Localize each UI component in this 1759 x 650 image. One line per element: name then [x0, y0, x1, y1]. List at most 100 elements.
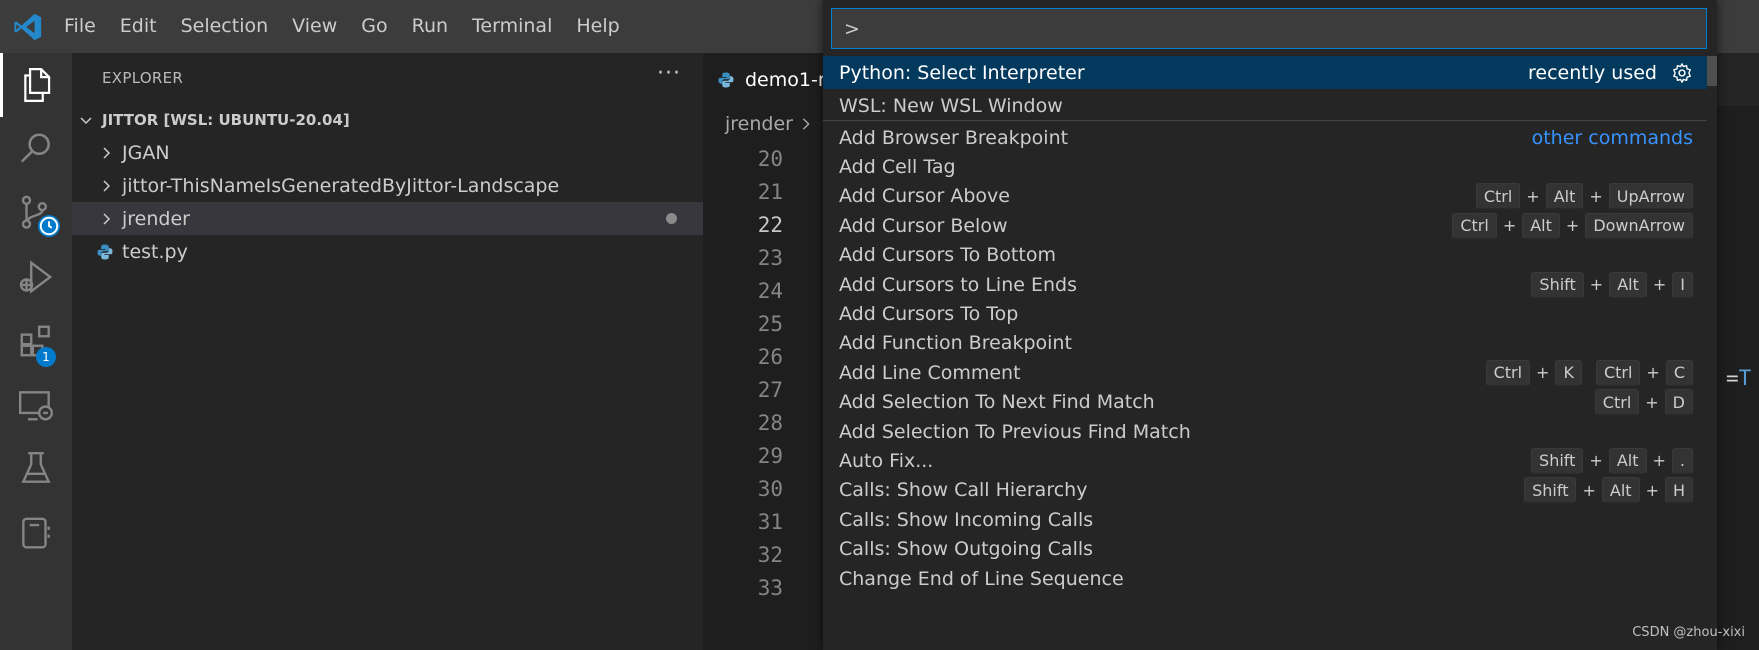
key-cap: Shift: [1531, 271, 1584, 298]
command-item[interactable]: Add Line Comment Ctrl + K Ctrl + C: [823, 356, 1707, 389]
key-plus: +: [1582, 480, 1596, 500]
explorer-title: EXPLORER: [102, 69, 184, 87]
scrollbar[interactable]: [1707, 56, 1717, 86]
command-item[interactable]: Add Cursor Below Ctrl + Alt + DownArrow: [823, 209, 1707, 242]
menu-item-help[interactable]: Help: [564, 0, 631, 53]
command-palette: Python: Select Interpreter recently used W…: [823, 0, 1717, 650]
code-fragment: =T: [1726, 366, 1752, 390]
command-label: Calls: Show Incoming Calls: [839, 508, 1094, 531]
command-label: Add Function Breakpoint: [839, 332, 1072, 355]
key-plus: +: [1565, 216, 1580, 236]
command-label: Add Cursors To Bottom: [839, 244, 1056, 267]
key-cap: Ctrl: [1485, 359, 1531, 386]
key-cap: D: [1664, 389, 1693, 416]
chevron-down-icon: [80, 116, 92, 124]
key-cap: K: [1555, 359, 1582, 386]
key-plus: +: [1589, 275, 1604, 294]
gear-icon[interactable]: [1671, 62, 1693, 84]
key-plus: +: [1645, 480, 1659, 500]
menu-item-view[interactable]: View: [280, 0, 349, 53]
line-number: 26: [757, 345, 783, 369]
key-plus: +: [1589, 451, 1603, 471]
tree-item-label: jittor-ThisNameIsGeneratedByJittor-Lands…: [122, 174, 560, 197]
keybinding: Shift + Alt + I: [1531, 268, 1693, 301]
chevron-right-icon: [103, 212, 111, 225]
keybinding: Shift + Alt +.: [1531, 444, 1693, 477]
run-debug-icon[interactable]: [0, 245, 72, 309]
command-item[interactable]: WSL: New WSL Window: [823, 89, 1707, 122]
recently-used-label: recently used: [1528, 61, 1657, 84]
notebook-icon[interactable]: [0, 501, 72, 565]
menu-item-go[interactable]: Go: [349, 0, 399, 53]
testing-icon[interactable]: [0, 437, 72, 501]
command-label: Add Browser Breakpoint: [839, 126, 1069, 149]
tree-item-landscape[interactable]: jittor-ThisNameIsGeneratedByJittor-Lands…: [72, 169, 703, 202]
remote-explorer-icon[interactable]: [0, 373, 72, 437]
command-item[interactable]: Change End of Line Sequence: [823, 562, 1707, 595]
command-label: WSL: New WSL Window: [839, 94, 1063, 117]
command-label: Add Line Comment: [839, 361, 1021, 384]
tree-item-label: test.py: [122, 240, 188, 263]
modified-indicator: [666, 213, 677, 224]
command-item[interactable]: Add Browser Breakpoint other commands: [823, 121, 1707, 154]
key-plus: +: [1526, 186, 1540, 206]
line-number: 23: [757, 246, 783, 270]
command-palette-input[interactable]: [831, 8, 1707, 49]
command-item[interactable]: Add Cursors To Bottom: [823, 239, 1707, 272]
key-cap: Alt: [1608, 447, 1647, 474]
command-label: Add Selection To Next Find Match: [839, 391, 1155, 414]
key-cap: Ctrl: [1594, 389, 1640, 416]
command-item[interactable]: Calls: Show Call Hierarchy Shift + Alt + H: [823, 474, 1707, 507]
command-item[interactable]: Add Cursors to Line Ends Shift + Alt + I: [823, 268, 1707, 301]
menu-item-selection[interactable]: Selection: [169, 0, 281, 53]
key-cap: UpArrow: [1608, 183, 1693, 210]
line-number: 28: [757, 411, 783, 435]
command-label: Auto Fix...: [839, 449, 934, 472]
other-commands-text: other commands: [1531, 126, 1693, 149]
menu-item-file[interactable]: File: [52, 0, 108, 53]
command-item[interactable]: Calls: Show Outgoing Calls: [823, 533, 1707, 566]
python-file-icon: [97, 244, 113, 259]
keybinding: Shift + Alt + H: [1524, 474, 1693, 507]
python-file-icon: [718, 72, 734, 87]
keybinding: Ctrl + Alt + DownArrow: [1452, 209, 1693, 242]
menu-item-edit[interactable]: Edit: [108, 0, 169, 53]
tree-item-test-py[interactable]: test.py: [72, 235, 703, 268]
command-item[interactable]: Calls: Show Incoming Calls: [823, 503, 1707, 536]
command-item[interactable]: Add Cell Tag: [823, 150, 1707, 183]
breadcrumb-item[interactable]: jrender: [725, 113, 793, 135]
source-control-icon[interactable]: [0, 181, 72, 245]
extensions-badge: 1: [36, 347, 56, 367]
key-cap: Shift: [1524, 477, 1577, 504]
command-item[interactable]: Add Function Breakpoint: [823, 327, 1707, 360]
menu-item-terminal[interactable]: Terminal: [460, 0, 564, 53]
command-label: Add Selection To Previous Find Match: [839, 420, 1191, 443]
chevron-right-icon: [103, 146, 111, 159]
more-actions-button[interactable]: ···: [657, 61, 681, 86]
command-item[interactable]: Add Selection To Next Find Match Ctrl + D: [823, 386, 1707, 419]
keybinding: Ctrl + D: [1594, 386, 1693, 419]
command-label: Add Cell Tag: [839, 155, 956, 178]
explorer-icon[interactable]: [0, 53, 72, 117]
command-item[interactable]: Add Cursors To Top: [823, 297, 1707, 330]
key-cap: H: [1664, 477, 1693, 504]
line-number: 20: [757, 147, 783, 171]
line-number-gutter: 20 21 22 23 24 25 26 27 28 29 30 31 32 33: [703, 143, 783, 605]
key-plus: +: [1536, 363, 1550, 383]
workspace-root[interactable]: JITTOR [WSL: UBUNTU-20.04]: [72, 103, 703, 136]
extensions-icon[interactable]: 1: [0, 309, 72, 373]
command-item[interactable]: Python: Select Interpreter recently used: [823, 56, 1707, 89]
command-label: Add Cursors to Line Ends: [839, 273, 1077, 296]
line-number: 32: [757, 543, 783, 567]
tree-item-jrender[interactable]: jrender: [72, 202, 703, 235]
command-item[interactable]: Auto Fix... Shift + Alt +.: [823, 444, 1707, 477]
search-icon[interactable]: [0, 117, 72, 181]
command-item[interactable]: Add Cursor Above Ctrl + Alt + UpArrow: [823, 180, 1707, 213]
chevron-right-icon: [103, 179, 111, 192]
tree-item-jgan[interactable]: JGAN: [72, 136, 703, 169]
key-plus: +: [1646, 363, 1660, 383]
breadcrumb: jrender: [725, 109, 813, 139]
key-plus: +: [1652, 451, 1666, 471]
menu-item-run[interactable]: Run: [400, 0, 460, 53]
command-item[interactable]: Add Selection To Previous Find Match: [823, 415, 1707, 448]
